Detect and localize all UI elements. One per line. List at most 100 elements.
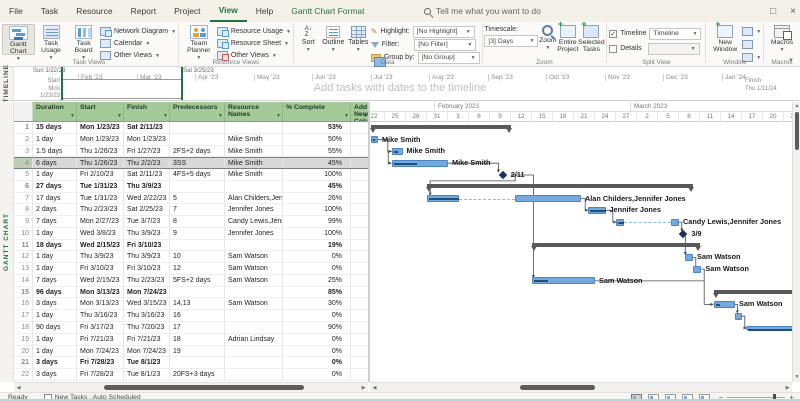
row-number[interactable]: 12 xyxy=(14,251,33,262)
cell-resource-names[interactable]: Mike Smith xyxy=(225,134,283,145)
cell-resource-names[interactable] xyxy=(225,346,283,357)
close-window-icon[interactable]: × xyxy=(790,6,796,17)
cell-add-new[interactable] xyxy=(351,369,368,380)
table-row[interactable]: 21 dayMon 1/23/23Mon 1/23/23Mike Smith50… xyxy=(14,134,368,146)
cell-add-new[interactable] xyxy=(351,346,368,357)
cell-add-new[interactable] xyxy=(351,322,368,333)
tab-project[interactable]: Project xyxy=(165,0,209,22)
cell-start[interactable]: Fri 7/28/23 xyxy=(77,357,124,368)
cell-duration[interactable]: 7 days xyxy=(33,216,77,227)
resource-sheet-button[interactable]: Resource Sheet▼ xyxy=(217,38,291,49)
cell-percent-complete[interactable]: 55% xyxy=(283,146,351,157)
cell-percent-complete[interactable]: 0% xyxy=(283,369,351,380)
row-number[interactable]: 4 xyxy=(14,158,33,168)
cell-duration[interactable]: 1 day xyxy=(33,169,77,180)
column-header-predecessors[interactable]: Predecessors▼ xyxy=(170,102,225,121)
cell-predecessors[interactable] xyxy=(170,122,225,133)
row-number[interactable]: 18 xyxy=(14,322,33,333)
cell-resource-names[interactable]: Mike Smith xyxy=(225,169,283,180)
row-number[interactable]: 10 xyxy=(14,228,33,239)
cell-finish[interactable]: Sat 2/11/23 xyxy=(124,122,170,133)
cell-duration[interactable]: 1 day xyxy=(33,263,77,274)
cell-add-new[interactable] xyxy=(351,263,368,274)
column-header-id[interactable] xyxy=(14,102,33,121)
cell-predecessors[interactable]: 7 xyxy=(170,204,225,215)
row-number[interactable]: 2 xyxy=(14,134,33,145)
cell-finish[interactable]: Thu 3/9/23 xyxy=(124,251,170,262)
tab-report[interactable]: Report xyxy=(122,0,166,22)
tab-gantt-chart-format[interactable]: Gantt Chart Format xyxy=(282,0,373,22)
cell-duration[interactable]: 3 days xyxy=(33,357,77,368)
cell-percent-complete[interactable]: 0% xyxy=(283,357,351,368)
calendar-button[interactable]: Calendar▼ xyxy=(100,38,176,49)
entire-project-button[interactable]: Entire Project xyxy=(557,24,578,55)
scroll-down-icon[interactable]: ▼ xyxy=(793,373,800,382)
cell-finish[interactable]: Thu 3/9/23 xyxy=(124,228,170,239)
team-planner-button[interactable]: Team Planner▼ xyxy=(181,24,217,55)
row-number[interactable]: 15 xyxy=(14,287,33,298)
cell-add-new[interactable] xyxy=(351,193,368,204)
cell-percent-complete[interactable]: 100% xyxy=(283,204,351,215)
cell-resource-names[interactable] xyxy=(225,122,283,133)
cell-start[interactable]: Thu 3/9/23 xyxy=(77,251,124,262)
tab-task[interactable]: Task xyxy=(32,0,67,22)
cell-finish[interactable]: Wed 3/15/23 xyxy=(124,298,170,309)
cell-start[interactable]: Tue 1/31/23 xyxy=(77,193,124,204)
cell-start[interactable]: Fri 3/10/23 xyxy=(77,263,124,274)
cell-start[interactable]: Thu 2/23/23 xyxy=(77,204,124,215)
cell-duration[interactable]: 96 days xyxy=(33,287,77,298)
timescale-dropdown[interactable]: [3] Days▼ xyxy=(484,35,538,47)
cell-start[interactable]: Thu 1/26/23 xyxy=(77,146,124,157)
gantt-bar-summary[interactable] xyxy=(532,243,700,247)
cell-percent-complete[interactable]: 45% xyxy=(283,158,351,168)
table-row[interactable]: 131 dayFri 3/10/23Fri 3/10/2312Sam Watso… xyxy=(14,263,368,275)
cell-predecessors[interactable]: 2FS+2 days xyxy=(170,146,225,157)
cell-predecessors[interactable] xyxy=(170,134,225,145)
cell-finish[interactable]: Tue 8/1/23 xyxy=(124,369,170,380)
details-checkbox[interactable] xyxy=(609,45,617,53)
cell-predecessors[interactable]: 16 xyxy=(170,310,225,321)
cell-finish[interactable]: Fri 7/21/23 xyxy=(124,334,170,345)
cell-add-new[interactable] xyxy=(351,146,368,157)
cell-start[interactable]: Thu 3/16/23 xyxy=(77,310,124,321)
cell-predecessors[interactable] xyxy=(170,357,225,368)
gantt-chart-pane[interactable]: February 2023March 2023 2225283136912151… xyxy=(370,102,792,382)
row-number[interactable]: 5 xyxy=(14,169,33,180)
cell-duration[interactable]: 1 day xyxy=(33,310,77,321)
cell-predecessors[interactable]: 3SS xyxy=(170,158,225,168)
cell-add-new[interactable] xyxy=(351,240,368,251)
table-row[interactable]: 1890 daysFri 3/17/23Thu 7/20/231790% xyxy=(14,322,368,334)
cell-resource-names[interactable] xyxy=(225,240,283,251)
gantt-bar-summary[interactable] xyxy=(714,290,792,294)
filter-arrow-icon[interactable]: ▼ xyxy=(344,113,349,120)
row-number[interactable]: 13 xyxy=(14,263,33,274)
cell-duration[interactable]: 18 days xyxy=(33,240,77,251)
cell-predecessors[interactable]: 5FS+2 days xyxy=(170,275,225,286)
cell-percent-complete[interactable]: 0% xyxy=(283,263,351,274)
cell-percent-complete[interactable]: 90% xyxy=(283,322,351,333)
cell-finish[interactable]: Tue 3/7/23 xyxy=(124,216,170,227)
gantt-bar-task[interactable] xyxy=(515,195,582,202)
cell-resource-names[interactable]: Alan Childers,Jennifer Jones xyxy=(225,193,283,204)
cell-start[interactable]: Wed 3/8/23 xyxy=(77,228,124,239)
cell-percent-complete[interactable]: 19% xyxy=(283,240,351,251)
zoom-out-button[interactable]: − xyxy=(719,393,724,401)
table-row[interactable]: 191 dayFri 7/21/23Fri 7/21/2318Adrian Li… xyxy=(14,334,368,346)
scroll-up-icon[interactable]: ▲ xyxy=(793,102,800,111)
column-header--complete[interactable]: % Complete▼ xyxy=(283,102,351,121)
row-number[interactable]: 7 xyxy=(14,193,33,204)
cell-duration[interactable]: 1 day xyxy=(33,228,77,239)
row-number[interactable]: 1 xyxy=(14,122,33,133)
cell-start[interactable]: Thu 1/26/23 xyxy=(77,158,124,168)
cell-resource-names[interactable] xyxy=(225,181,283,192)
table-row[interactable]: 1118 daysWed 2/15/23Fri 3/10/2319% xyxy=(14,240,368,252)
cell-duration[interactable]: 1 day xyxy=(33,334,77,345)
zoom-button[interactable]: Zoom▼ xyxy=(538,24,557,55)
task-board-button[interactable]: Task Board▼ xyxy=(67,24,100,55)
table-row[interactable]: 1596 daysMon 3/13/23Mon 7/24/2385% xyxy=(14,287,368,299)
cell-start[interactable]: Mon 3/13/23 xyxy=(77,287,124,298)
table-row[interactable]: 223 daysFri 7/28/23Tue 8/1/2320FS+3 days… xyxy=(14,369,368,381)
gantt-horizontal-scrollbar[interactable]: ◀ ▶ xyxy=(370,382,792,392)
table-row[interactable]: 115 daysMon 1/23/23Sat 2/11/2353% xyxy=(14,122,368,134)
table-row[interactable]: 51 dayFri 2/10/23Sat 2/11/234FS+5 daysMi… xyxy=(14,169,368,181)
